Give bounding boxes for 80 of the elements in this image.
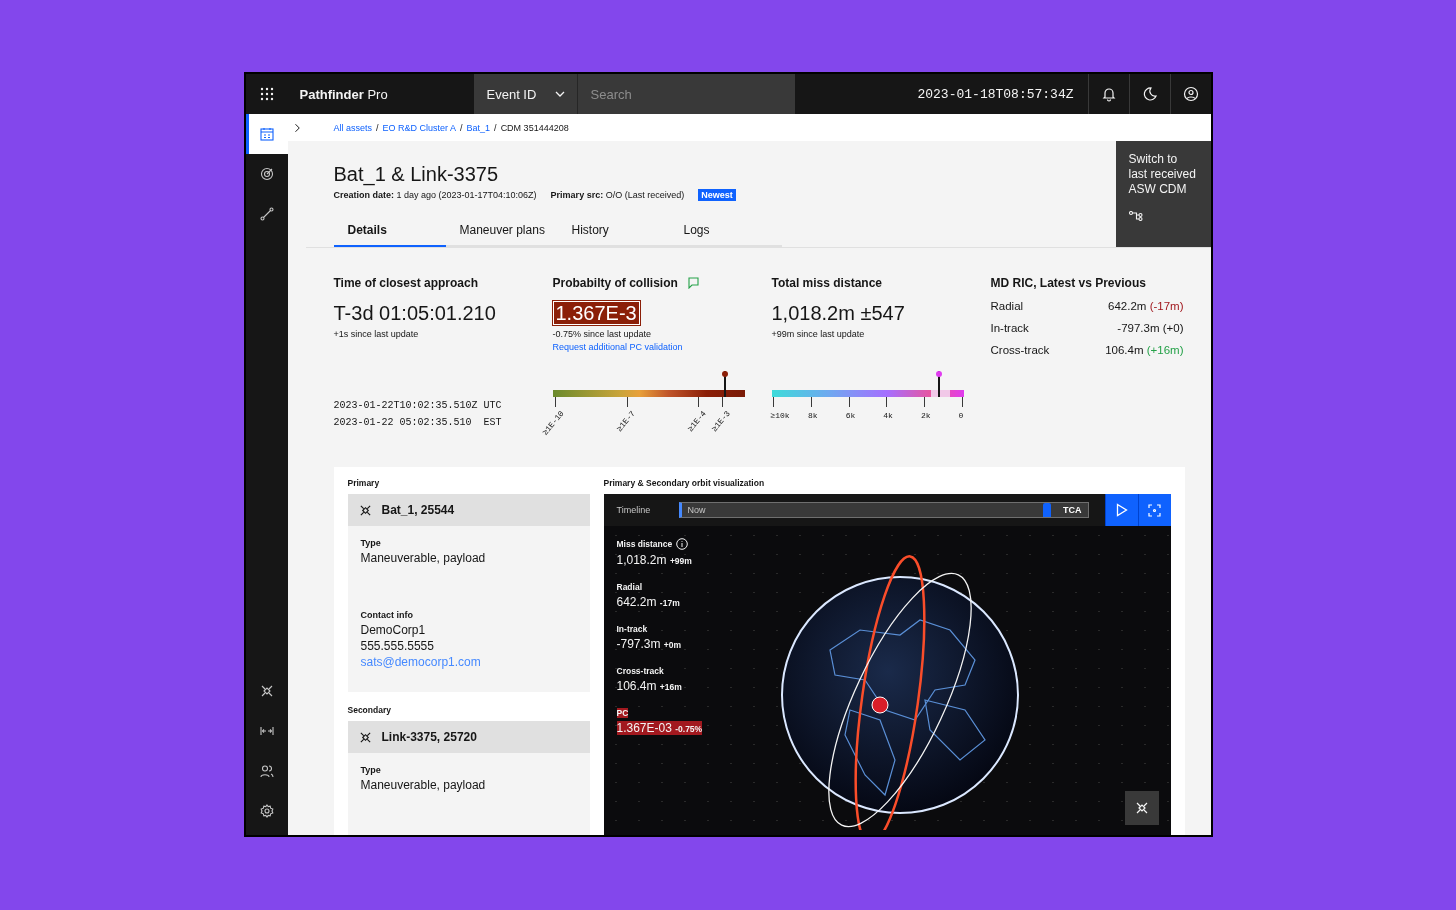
- stat-value: 1,018.2m +99m: [616, 553, 692, 567]
- validation-link[interactable]: Request additional PC validation: [552, 342, 772, 352]
- stat-label: Radial: [616, 582, 642, 592]
- caret-icon: [554, 91, 565, 97]
- switch-cdm-button[interactable]: Switch to last received ASW CDM: [1115, 141, 1211, 247]
- satellite-icon: [358, 503, 372, 517]
- breadcrumb-separator: /: [460, 122, 463, 133]
- field-value: Maneuverable, payload: [360, 777, 487, 793]
- tab[interactable]: Logs: [669, 215, 782, 247]
- metric-title: MD RIC, Latest vs Previous: [990, 275, 1147, 291]
- stat-value: 106.4m +16m: [616, 679, 682, 693]
- play-icon[interactable]: [1104, 494, 1138, 526]
- section-label: Primary & Secondary orbit visualization: [603, 477, 766, 490]
- metric-delta: +99m since last update: [771, 329, 866, 339]
- satellite-icon[interactable]: [1124, 791, 1159, 825]
- breadcrumb-current: CDM 351444208: [500, 122, 569, 133]
- gauge-tick-label: ≥10k: [770, 411, 790, 420]
- metric-title: Time of closest approach: [333, 275, 479, 291]
- gauge-tick-label: 8k: [808, 411, 818, 420]
- breadcrumb-separator: /: [376, 122, 379, 133]
- meta-text: Creation date: 1 day ago (2023-01-17T04:10:06Z): [333, 190, 537, 200]
- metric-delta: +1s since last update: [333, 329, 420, 339]
- stat-value: 642.2m -17m: [616, 595, 680, 609]
- collision-probability-value: 1.367E-3: [552, 301, 640, 325]
- page-title: Bat_1 & Link-3375: [333, 162, 500, 187]
- stat-label: Cross-track: [616, 666, 664, 676]
- timeline-thumb[interactable]: [1042, 503, 1051, 517]
- tab[interactable]: Maneuver plans: [445, 215, 558, 247]
- timeline-slider[interactable]: Now TCA: [678, 502, 1089, 518]
- stat-value: -797.3m +0m: [616, 637, 682, 651]
- tab[interactable]: Details: [333, 215, 446, 247]
- field-label: Contact info: [360, 610, 414, 620]
- field-label: Type: [360, 538, 382, 548]
- stat-label: PC: [616, 708, 629, 718]
- ric-label: Cross-track: [990, 343, 1050, 357]
- section-label: Primary: [347, 477, 381, 490]
- stat-label: In-track: [616, 624, 648, 634]
- breadcrumb-link[interactable]: All assets: [333, 122, 372, 133]
- gauge-tick-label: 4k: [883, 411, 893, 420]
- ric-value: 106.4m (+16m): [1105, 343, 1184, 357]
- newest-badge: Newest: [698, 189, 736, 201]
- app-name[interactable]: Pathfinder Pro: [299, 86, 474, 102]
- stat-label: Miss distance: [616, 538, 689, 550]
- meta-text: Primary src: O/O (Last received): [550, 190, 685, 200]
- ric-label: In-track: [990, 321, 1029, 335]
- info-icon[interactable]: [676, 538, 689, 550]
- metric-value: 1,018.2m ±547: [771, 301, 906, 325]
- search-field[interactable]: Search: [576, 74, 795, 114]
- stat-value: 1.367E-03 -0.75%: [616, 721, 703, 735]
- timestamp: 2023-01-18T08:57:34Z: [917, 86, 1074, 102]
- field-label: Type: [360, 765, 382, 775]
- field-value: Maneuverable, payload: [360, 550, 487, 566]
- metric-title: Total miss distance: [771, 275, 883, 291]
- object-name: Bat_1, 25544: [381, 503, 455, 517]
- field-value: 555.555.5555: [360, 638, 435, 654]
- breadcrumb-link[interactable]: Bat_1: [466, 122, 491, 133]
- satellite-icon: [358, 730, 372, 744]
- hierarchy-icon: [1128, 211, 1143, 221]
- gauge-tick-label: 2k: [920, 411, 931, 420]
- fullscreen-icon[interactable]: [1137, 494, 1171, 526]
- ric-value: -797.3m (+0): [1117, 321, 1184, 335]
- timeline-start-label: Now: [687, 505, 706, 515]
- timeline-label: Timeline: [615, 505, 652, 515]
- gauge-tick-label: 6k: [845, 411, 856, 420]
- metric-value: T-3d 01:05:01.210: [333, 301, 497, 325]
- metric-delta: -0.75% since last update: [552, 329, 653, 339]
- breadcrumb-link[interactable]: EO R&D Cluster A: [382, 122, 457, 133]
- calendar-icon[interactable]: [245, 114, 288, 154]
- ric-label: Radial: [990, 299, 1024, 313]
- object-name: Link-3375, 25720: [381, 730, 477, 744]
- gauge-tick-label: 0: [958, 411, 964, 420]
- ric-value: 642.2m (-17m): [1108, 299, 1184, 313]
- section-label: Secondary: [347, 704, 392, 717]
- timeline-end-label: TCA: [1063, 505, 1082, 515]
- field-value: DemoCorp1: [360, 622, 427, 638]
- search-scope-dropdown[interactable]: Event ID: [473, 74, 577, 114]
- breadcrumb-separator: /: [494, 122, 497, 133]
- metric-title: Probabilty of collision: [552, 275, 678, 291]
- tca-time: 2023-01-22T10:02:35.510Z UTC: [333, 399, 503, 413]
- tab[interactable]: History: [557, 215, 670, 247]
